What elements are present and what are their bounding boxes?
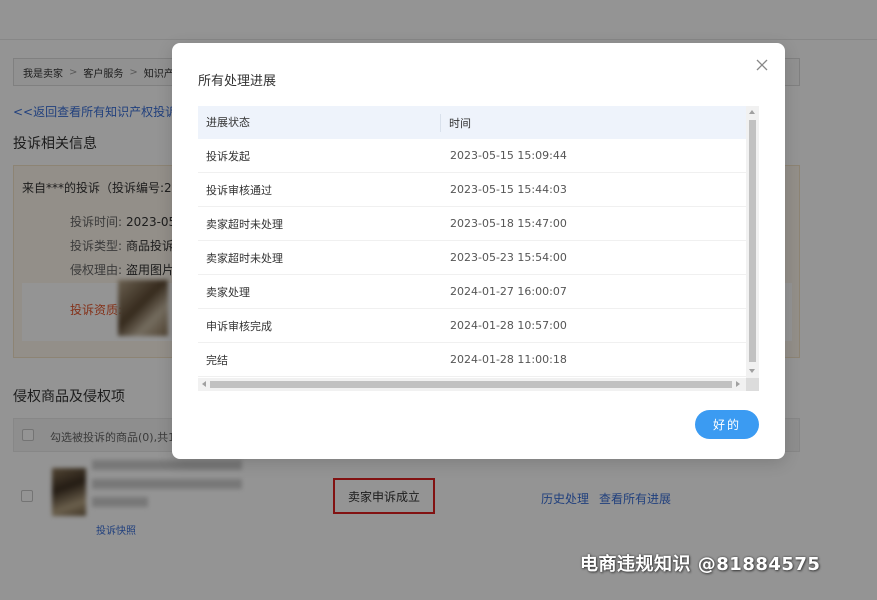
scroll-left-icon[interactable] [202,381,206,387]
row-status: 投诉审核通过 [206,183,272,197]
table-row: 投诉发起 2023-05-15 15:09:44 [198,139,746,173]
scroll-up-icon[interactable] [749,110,755,114]
row-status: 卖家处理 [206,285,250,299]
table-header: 进展状态 时间 [198,106,746,139]
progress-grid: 进展状态 时间 投诉发起 2023-05-15 15:09:44 投诉审核通过 … [198,106,746,378]
row-time: 2023-05-15 15:09:44 [450,149,567,162]
row-time: 2024-01-28 10:57:00 [450,319,567,332]
row-status: 完结 [206,353,228,367]
progress-table: 进展状态 时间 投诉发起 2023-05-15 15:09:44 投诉审核通过 … [198,106,759,391]
row-time: 2023-05-18 15:47:00 [450,217,567,230]
vertical-scrollbar[interactable] [746,106,759,378]
scroll-down-icon[interactable] [749,369,755,373]
scroll-right-icon[interactable] [736,381,740,387]
row-time: 2024-01-27 16:00:07 [450,285,567,298]
ok-button[interactable]: 好的 [695,410,759,439]
row-time: 2023-05-15 15:44:03 [450,183,567,196]
modal-title: 所有处理进展 [198,74,277,89]
row-time: 2024-01-28 11:00:18 [450,353,567,366]
table-row: 卖家处理 2024-01-27 16:00:07 [198,275,746,309]
row-status: 卖家超时未处理 [206,217,283,231]
table-row: 卖家超时未处理 2023-05-23 15:54:00 [198,241,746,275]
close-icon[interactable] [755,58,769,72]
horizontal-scrollbar[interactable] [198,378,746,391]
horizontal-scroll-thumb[interactable] [210,381,732,388]
row-status: 卖家超时未处理 [206,251,283,265]
table-row: 投诉审核通过 2023-05-15 15:44:03 [198,173,746,207]
table-row: 申诉审核完成 2024-01-28 10:57:00 [198,309,746,343]
scrollbar-corner [746,378,759,391]
watermark: 电商违规知识 @81884575 [580,554,821,575]
progress-modal: 所有处理进展 进展状态 时间 投诉发起 2023-05-15 15:09:44 … [172,43,785,459]
row-time: 2023-05-23 15:54:00 [450,251,567,264]
table-row: 完结 2024-01-28 11:00:18 [198,343,746,377]
table-row: 卖家超时未处理 2023-05-18 15:47:00 [198,207,746,241]
row-status: 申诉审核完成 [206,319,272,333]
column-header-time: 时间 [449,116,471,130]
column-header-status: 进展状态 [198,113,441,132]
row-status: 投诉发起 [206,149,250,163]
vertical-scroll-thumb[interactable] [749,120,756,362]
